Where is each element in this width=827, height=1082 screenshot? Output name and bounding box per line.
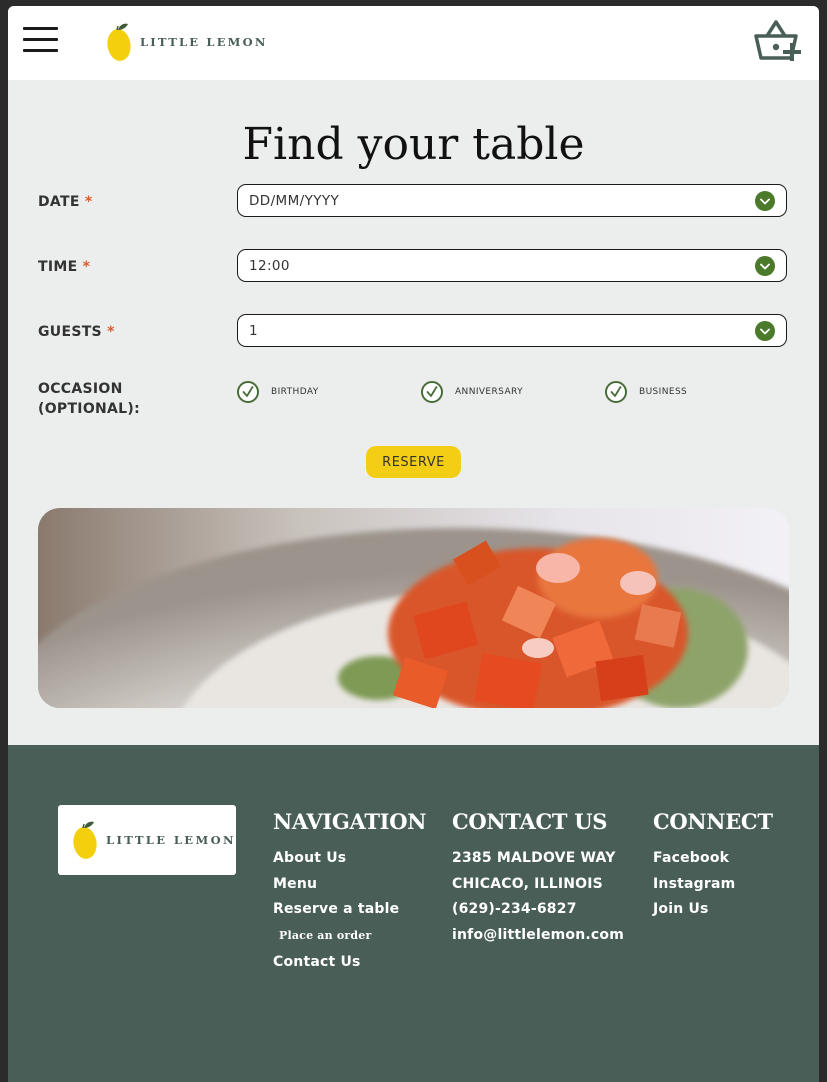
- time-label: TIME *: [38, 259, 91, 275]
- top-header: LITTLE LEMON: [8, 6, 819, 80]
- brand-name: LITTLE LEMON: [140, 35, 268, 49]
- brand-logo[interactable]: LITTLE LEMON: [106, 20, 268, 64]
- contact-city: CHICACO, ILLINOIS: [452, 876, 603, 892]
- basket-add-icon[interactable]: [752, 18, 802, 66]
- option-label: BUSINESS: [639, 387, 688, 397]
- nav-link-contact[interactable]: Contact Us: [273, 954, 361, 970]
- nav-link-reserve[interactable]: Reserve a table: [273, 901, 399, 917]
- footer-brand-name: LITTLE LEMON: [106, 833, 236, 847]
- navigation-heading: NAVIGATION: [273, 809, 427, 834]
- connect-link-instagram[interactable]: Instagram: [653, 876, 735, 892]
- page-title: Find your table: [242, 119, 585, 170]
- date-field[interactable]: DD/MM/YYYY: [237, 184, 787, 217]
- time-value: 12:00: [249, 258, 290, 274]
- connect-link-join[interactable]: Join Us: [653, 901, 709, 917]
- option-label: ANNIVERSARY: [455, 387, 523, 397]
- guests-value: 1: [249, 323, 258, 339]
- lemon-icon: [107, 23, 131, 61]
- page-frame: LITTLE LEMON Find your table DATE * DD/M…: [8, 6, 819, 1082]
- footer-logo[interactable]: LITTLE LEMON: [58, 805, 236, 875]
- contact-heading: CONTACT US: [452, 809, 608, 834]
- guests-label: GUESTS *: [38, 324, 115, 340]
- guests-select[interactable]: 1: [237, 314, 787, 347]
- occasion-option-anniversary[interactable]: ANNIVERSARY: [421, 379, 523, 405]
- hamburger-icon[interactable]: [23, 27, 58, 53]
- date-label: DATE *: [38, 194, 93, 210]
- contact-email[interactable]: info@littlelemon.com: [452, 927, 624, 943]
- connect-link-facebook[interactable]: Facebook: [653, 850, 729, 866]
- chevron-down-icon[interactable]: [755, 256, 775, 276]
- date-placeholder: DD/MM/YYYY: [249, 193, 340, 209]
- occasion-label: OCCASION (OPTIONAL):: [38, 381, 140, 417]
- checkmark-icon[interactable]: [237, 381, 259, 403]
- checkmark-icon[interactable]: [605, 381, 627, 403]
- checkmark-icon[interactable]: [421, 381, 443, 403]
- chevron-down-icon[interactable]: [755, 191, 775, 211]
- nav-link-about[interactable]: About Us: [273, 850, 346, 866]
- nav-link-menu[interactable]: Menu: [273, 876, 317, 892]
- food-photo: [38, 508, 789, 708]
- connect-heading: CONNECT: [653, 809, 773, 834]
- occasion-option-business[interactable]: BUSINESS: [605, 379, 687, 405]
- option-label: BIRTHDAY: [271, 387, 319, 397]
- contact-address: 2385 MALDOVE WAY: [452, 850, 616, 866]
- time-select[interactable]: 12:00: [237, 249, 787, 282]
- contact-phone: (629)-234-6827: [452, 901, 577, 917]
- site-footer: LITTLE LEMON NAVIGATION About Us Menu Re…: [8, 745, 819, 1082]
- nav-link-order[interactable]: Place an order: [279, 929, 371, 942]
- chevron-down-icon[interactable]: [755, 321, 775, 341]
- lemon-icon: [73, 821, 97, 859]
- reserve-button[interactable]: RESERVE: [366, 446, 461, 478]
- occasion-option-birthday[interactable]: BIRTHDAY: [237, 379, 319, 405]
